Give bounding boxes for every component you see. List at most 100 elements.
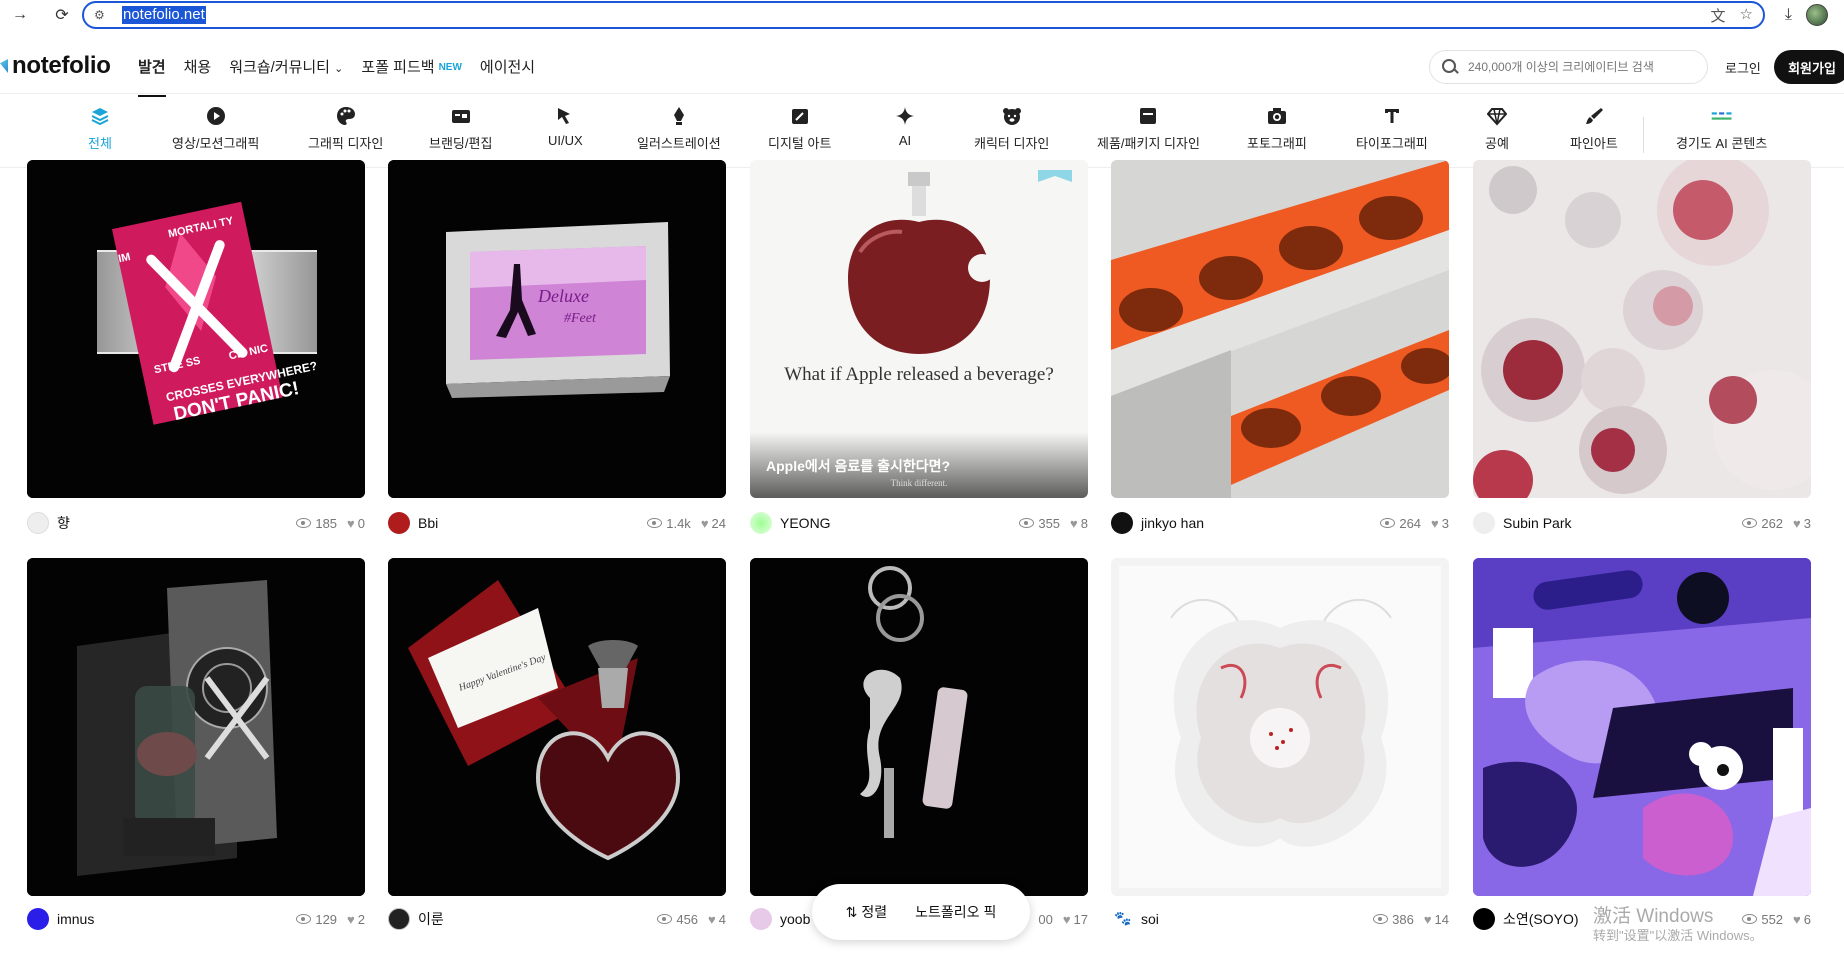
card-stats: 129 ♥ 2 <box>296 912 365 927</box>
menu-jobs[interactable]: 채용 <box>184 56 212 77</box>
author-name[interactable]: yoob <box>780 911 810 927</box>
card-meta: jinkyo han 264 ♥ 3 <box>1111 510 1449 536</box>
project-card[interactable]: 소연(SOYO) 552 ♥ 6 <box>1473 558 1811 930</box>
card-stats: 1.4k ♥ 24 <box>647 516 726 531</box>
category-photography[interactable]: 포토그래피 <box>1247 105 1307 152</box>
author-name[interactable]: soi <box>1141 911 1159 927</box>
author-name[interactable]: YEONG <box>780 515 831 531</box>
notefolio-pick-button[interactable]: 노트폴리오 픽 <box>915 902 996 922</box>
avatar[interactable] <box>27 908 49 930</box>
avatar[interactable] <box>388 512 410 534</box>
gem-icon <box>1486 105 1508 127</box>
profile-avatar[interactable] <box>1806 4 1828 26</box>
project-thumbnail[interactable] <box>1111 558 1449 896</box>
project-card[interactable]: IM MORTALI TY STRE SS CLI NIC CROSSES EV… <box>27 160 365 534</box>
project-thumbnail[interactable] <box>1473 558 1811 896</box>
avatar[interactable] <box>1111 512 1133 534</box>
download-icon[interactable]: ⤓ <box>1785 6 1792 24</box>
card-stats: 355 ♥ 8 <box>1019 516 1088 531</box>
category-digital-art[interactable]: 디지털 아트 <box>768 105 831 152</box>
category-uiux[interactable]: UI/UX <box>548 105 583 148</box>
card-meta: Subin Park 262 ♥ 3 <box>1473 510 1811 536</box>
author-name[interactable]: 향 <box>57 513 70 533</box>
author-name[interactable]: jinkyo han <box>1141 515 1204 531</box>
category-illustration[interactable]: 일러스트레이션 <box>637 105 721 152</box>
project-card[interactable]: Happy Valentine's Day 이룬 456 ♥ 4 <box>388 558 726 930</box>
svg-text:Deluxe: Deluxe <box>537 286 589 306</box>
author-name[interactable]: imnus <box>57 911 94 927</box>
author-name[interactable]: Subin Park <box>1503 515 1571 531</box>
project-card[interactable]: Deluxe #Feet Bbi 1.4k ♥ 24 <box>388 160 726 534</box>
project-thumbnail[interactable]: Deluxe #Feet <box>388 160 726 498</box>
site-info-icon[interactable]: ⚙ <box>94 8 114 22</box>
heart-icon: ♥ <box>1431 515 1439 531</box>
box-icon <box>1137 105 1159 127</box>
author-name[interactable]: Bbi <box>418 515 438 531</box>
svg-text:IM: IM <box>117 251 131 265</box>
search-input[interactable] <box>1468 60 1688 74</box>
sparkle-icon <box>894 105 916 127</box>
author-name[interactable]: 이룬 <box>418 909 444 929</box>
signup-button[interactable]: 회원가입 <box>1774 50 1844 84</box>
project-thumbnail[interactable] <box>27 558 365 896</box>
project-thumbnail[interactable]: Happy Valentine's Day <box>388 558 726 896</box>
project-thumbnail[interactable] <box>1111 160 1449 498</box>
category-fine-art[interactable]: 파인아트 <box>1570 105 1618 152</box>
reload-icon[interactable]: ⟳ <box>50 3 74 27</box>
avatar[interactable] <box>750 512 772 534</box>
project-card[interactable]: jinkyo han 264 ♥ 3 <box>1111 160 1449 534</box>
avatar[interactable] <box>1473 512 1495 534</box>
menu-workshop[interactable]: 워크숍/커뮤니티 ⌄ <box>229 56 343 77</box>
address-bar[interactable]: ⚙ notefolio.net 文 ☆ <box>82 1 1765 29</box>
card-stats: 185 ♥ 0 <box>296 516 365 531</box>
category-gyeonggi-ai[interactable]: 경기도 AI 콘텐츠 <box>1676 105 1767 152</box>
bookmark-star-icon[interactable]: ☆ <box>1740 5 1753 26</box>
avatar[interactable] <box>1473 908 1495 930</box>
project-thumbnail[interactable] <box>750 558 1088 896</box>
new-badge: NEW <box>438 62 462 73</box>
category-all[interactable]: 전체 <box>88 105 112 152</box>
project-card[interactable]: What if Apple released a beverage? Apple… <box>750 160 1088 534</box>
search-icon <box>1442 59 1458 75</box>
card-meta: YEONG 355 ♥ 8 <box>750 510 1088 536</box>
project-card[interactable]: 🐾 soi 386 ♥ 14 <box>1111 558 1449 930</box>
translate-icon[interactable]: 文 <box>1711 5 1726 26</box>
avatar[interactable] <box>750 908 772 930</box>
tablet-icon <box>789 105 811 127</box>
category-branding[interactable]: 브랜딩/편집 <box>429 105 492 152</box>
brush-icon <box>1583 105 1605 127</box>
category-craft[interactable]: 공예 <box>1485 105 1509 152</box>
project-thumbnail[interactable]: IM MORTALI TY STRE SS CLI NIC CROSSES EV… <box>27 160 365 498</box>
project-thumbnail[interactable] <box>1473 160 1811 498</box>
main-menu: 발견 채용 워크숍/커뮤니티 ⌄ 포폴 피드백 NEW 에이전시 <box>138 56 553 97</box>
avatar[interactable] <box>27 512 49 534</box>
avatar[interactable] <box>388 908 410 930</box>
notefolio-logo[interactable]: notefolio <box>0 52 111 80</box>
sort-button[interactable]: ⇅ 정렬 <box>846 902 888 922</box>
category-graphic[interactable]: 그래픽 디자인 <box>308 105 383 152</box>
gyeonggi-logo-icon <box>1711 105 1733 127</box>
search-box[interactable] <box>1429 50 1708 84</box>
menu-portfolio-feedback[interactable]: 포폴 피드백 NEW <box>361 56 462 77</box>
url-text[interactable]: notefolio.net <box>122 6 206 24</box>
floating-sort-bar: ⇅ 정렬 노트폴리오 픽 <box>812 884 1030 940</box>
project-card[interactable]: yoob 00 ♥ 17 <box>750 558 1088 930</box>
card-meta: Bbi 1.4k ♥ 24 <box>388 510 726 536</box>
author-name[interactable]: 소연(SOYO) <box>1503 909 1579 929</box>
project-card[interactable]: Subin Park 262 ♥ 3 <box>1473 160 1811 534</box>
category-product[interactable]: 제품/패키지 디자인 <box>1097 105 1200 152</box>
menu-agency[interactable]: 에이전시 <box>480 56 535 77</box>
category-character[interactable]: 캐릭터 디자인 <box>974 105 1049 152</box>
project-thumbnail[interactable]: What if Apple released a beverage? Apple… <box>750 160 1088 498</box>
layers-icon <box>89 105 111 127</box>
category-motion[interactable]: 영상/모션그래픽 <box>172 105 259 152</box>
category-ai[interactable]: AI <box>894 105 916 148</box>
caption-overlay: Apple에서 음료를 출시한다면? Think different. <box>750 432 1088 498</box>
menu-discover[interactable]: 발견 <box>138 56 166 97</box>
project-card[interactable]: imnus 129 ♥ 2 <box>27 558 365 930</box>
avatar[interactable]: 🐾 <box>1111 908 1133 930</box>
heart-icon: ♥ <box>1062 911 1071 927</box>
login-link[interactable]: 로그인 <box>1725 58 1761 77</box>
forward-icon[interactable]: → <box>8 3 32 27</box>
category-typography[interactable]: 타이포그래피 <box>1356 105 1428 152</box>
